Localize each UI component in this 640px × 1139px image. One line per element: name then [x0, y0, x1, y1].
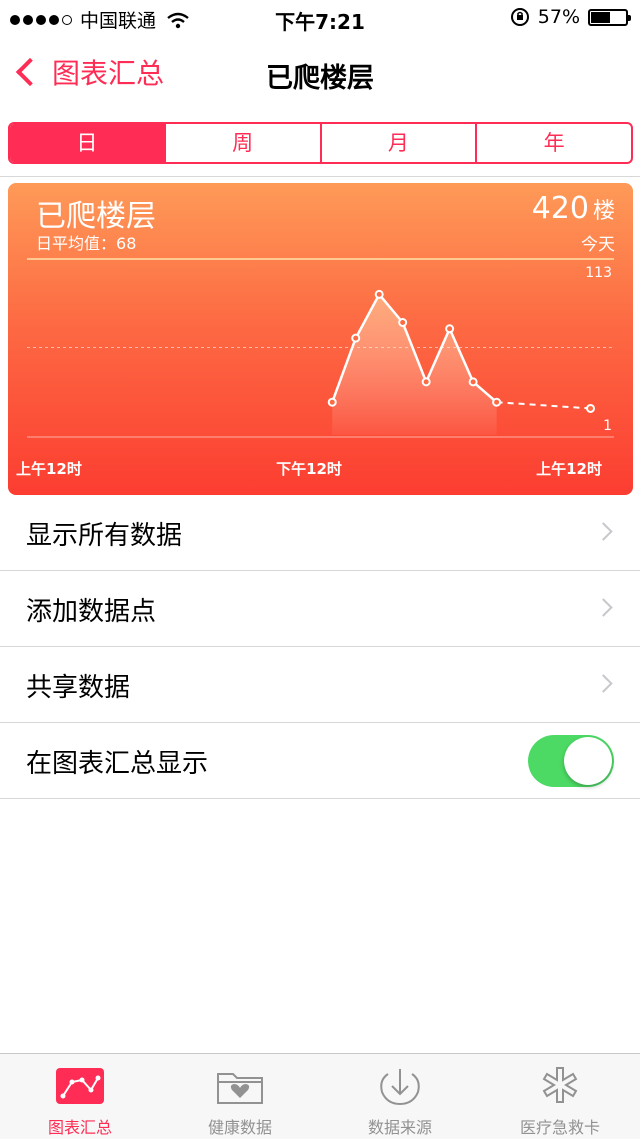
x-tick-label: 下午12时: [276, 460, 342, 478]
tab-health-data-label: 健康数据: [207, 1118, 272, 1137]
share-data-row[interactable]: 共享数据: [0, 647, 640, 723]
data-point: [351, 333, 361, 343]
page-title: 已爬楼层: [266, 63, 374, 94]
total-floors-value: 420: [531, 191, 589, 226]
period-segmented-control: 日 周 月 年: [8, 122, 633, 164]
segment-year[interactable]: 年: [477, 124, 631, 162]
x-tick-label: 上午12时: [16, 460, 82, 478]
tab-dashboard-label: 图表汇总: [47, 1118, 112, 1137]
chevron-right-icon: [594, 522, 613, 541]
status-bar: 中国联通 下午7:21 57%: [0, 0, 640, 38]
segment-week[interactable]: 周: [166, 124, 322, 162]
navigation-bar: 图表汇总 已爬楼层: [0, 38, 640, 108]
data-point: [468, 377, 478, 387]
total-floors: 420 楼: [532, 191, 615, 226]
share-data-label: 共享数据: [26, 673, 131, 703]
y-tick-label-max: 113: [585, 265, 612, 281]
show-all-data-row[interactable]: 显示所有数据: [0, 495, 640, 571]
data-point: [445, 324, 455, 334]
data-point: [586, 403, 596, 413]
x-tick-label: 上午12时: [536, 460, 602, 478]
data-point: [374, 289, 384, 299]
chevron-right-icon: [594, 674, 613, 693]
daily-average: 日平均值：68: [36, 230, 136, 254]
show-all-data-label: 显示所有数据: [26, 521, 183, 551]
tab-medical-id[interactable]: 医疗急救卡: [480, 1054, 640, 1139]
show-on-dashboard-toggle[interactable]: [528, 735, 614, 787]
y-tick-label-min: 1: [603, 418, 612, 434]
tab-data-sources-label: 数据来源: [367, 1118, 432, 1137]
chart-card[interactable]: 113 1 上午12时 下午12时 上午12时 已爬楼层 日平均值：68 420 楼 今天: [8, 183, 633, 495]
health-data-folder-icon: [217, 1073, 263, 1104]
daily-average-label: 日平均值：: [36, 234, 117, 253]
chart-icon: [56, 1068, 104, 1104]
status-right: 57%: [510, 6, 631, 28]
battery-percent: 57%: [537, 6, 580, 28]
tab-data-sources[interactable]: 数据来源: [320, 1054, 480, 1139]
add-data-point-row[interactable]: 添加数据点: [0, 571, 640, 647]
rotation-lock-icon: [510, 8, 529, 26]
battery-icon: [588, 8, 631, 26]
settings-list: 显示所有数据 添加数据点 共享数据 在图表汇总显示: [0, 495, 640, 799]
chart-title: 已爬楼层: [36, 199, 156, 234]
medical-id-icon: [542, 1067, 578, 1103]
divider: [0, 176, 640, 177]
series-line-dashed: [496, 401, 591, 410]
period-label: 今天: [581, 235, 615, 255]
data-source-icon: [380, 1069, 420, 1106]
toggle-knob: [564, 737, 612, 785]
tab-medical-id-label: 医疗急救卡: [519, 1118, 600, 1137]
data-point: [327, 397, 337, 407]
add-data-point-label: 添加数据点: [26, 597, 157, 627]
chevron-right-icon: [594, 598, 613, 617]
tab-health-data[interactable]: 健康数据: [160, 1054, 320, 1139]
show-on-dashboard-row: 在图表汇总显示: [0, 723, 640, 799]
daily-average-value: 68: [116, 234, 137, 253]
data-point: [398, 318, 408, 327]
tab-bar: 图表汇总 健康数据 数据来源 医疗急救卡: [0, 1053, 640, 1139]
data-point: [421, 377, 431, 387]
chart-area: [332, 294, 497, 435]
segment-day[interactable]: 日: [10, 124, 166, 162]
tab-dashboard[interactable]: 图表汇总: [0, 1054, 160, 1139]
show-on-dashboard-label: 在图表汇总显示: [26, 749, 209, 779]
total-floors-unit: 楼: [592, 199, 615, 224]
data-point: [492, 397, 502, 407]
segment-month[interactable]: 月: [322, 124, 478, 162]
